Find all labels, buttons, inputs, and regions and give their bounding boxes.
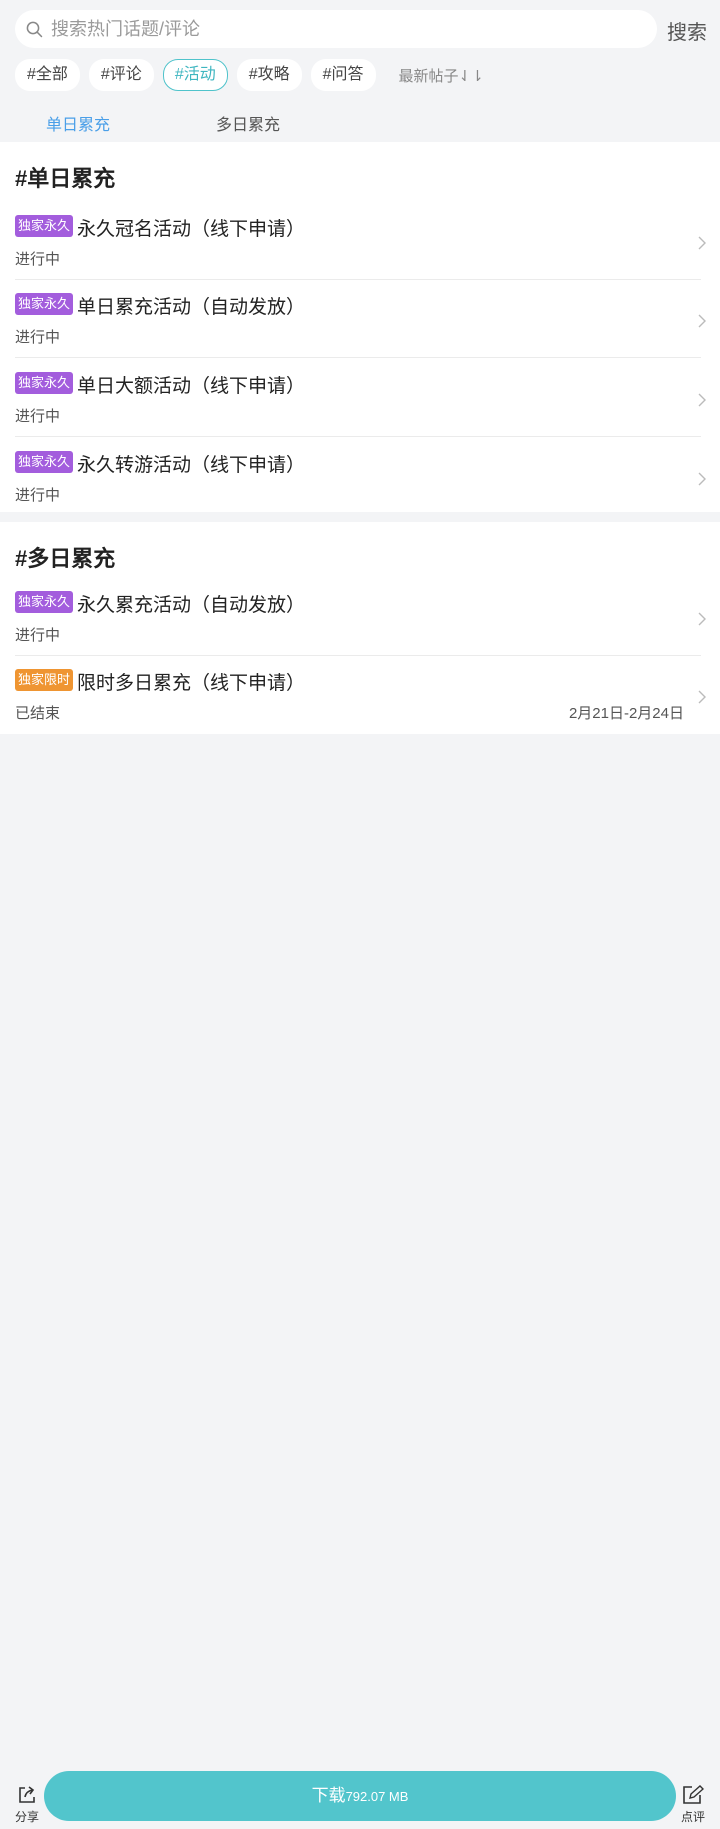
bottom-bar: 分享 下载792.07 MB 点评 xyxy=(0,1770,720,1829)
chevron-right-icon xyxy=(698,393,706,407)
chevron-right-icon xyxy=(698,472,706,486)
activity-title: 限时多日累充（线下申请） xyxy=(77,673,306,694)
activity-title: 永久累充活动（自动发放） xyxy=(77,595,306,616)
activity-item[interactable]: 独家永久 永久冠名活动（线下申请） 进行中 xyxy=(0,202,720,280)
tag-all[interactable]: #全部 xyxy=(15,59,80,91)
download-button[interactable]: 下载792.07 MB xyxy=(44,1771,676,1821)
share-label: 分享 xyxy=(14,1810,39,1824)
activity-title: 单日大额活动（线下申请） xyxy=(77,376,306,397)
tag-comments[interactable]: #评论 xyxy=(88,59,154,91)
section-multi-day: #多日累充 独家永久 永久累充活动（自动发放） 进行中 独家限时 限时多日累充（… xyxy=(0,522,720,734)
edit-icon xyxy=(683,1785,705,1804)
divider xyxy=(15,357,701,358)
activity-title: 单日累充活动（自动发放） xyxy=(77,297,306,318)
badge-permanent: 独家永久 xyxy=(15,451,74,473)
activity-item[interactable]: 独家永久 单日累充活动（自动发放） 进行中 xyxy=(0,280,720,358)
tag-filter-bar: #全部 #评论 #活动 #攻略 #问答 最新帖子⇃⇂ xyxy=(15,59,484,91)
badge-permanent: 独家永久 xyxy=(15,293,74,315)
search-icon xyxy=(26,21,43,37)
tag-qa[interactable]: #问答 xyxy=(310,59,376,91)
sort-latest-posts[interactable]: 最新帖子⇃⇂ xyxy=(399,65,484,86)
tab-single-day-recharge[interactable]: 单日累充 xyxy=(46,111,110,135)
activity-status: 进行中 xyxy=(15,627,61,644)
activity-status: 进行中 xyxy=(15,487,61,504)
sub-tabs: 单日累充 多日累充 xyxy=(0,108,720,142)
activity-status: 进行中 xyxy=(15,251,61,268)
top-bar: 搜索 #全部 #评论 #活动 #攻略 #问答 最新帖子⇃⇂ 单日累充 多日累充 xyxy=(0,0,720,142)
download-size: 792.07 MB xyxy=(345,1789,409,1804)
review-button[interactable]: 点评 xyxy=(675,1785,711,1824)
activity-status: 进行中 xyxy=(15,329,61,346)
badge-permanent: 独家永久 xyxy=(15,372,74,394)
search-button[interactable]: 搜索 xyxy=(667,16,707,45)
share-icon xyxy=(19,1786,35,1803)
chevron-right-icon xyxy=(698,690,706,704)
activity-title: 永久冠名活动（线下申请） xyxy=(77,219,306,240)
activity-item[interactable]: 独家永久 永久转游活动（线下申请） 进行中 xyxy=(0,438,720,516)
activity-item[interactable]: 独家限时 限时多日累充（线下申请） 已结束 2月21日-2月24日 xyxy=(0,656,720,734)
review-label: 点评 xyxy=(680,1810,705,1824)
chevron-right-icon xyxy=(698,236,706,250)
activity-status: 进行中 xyxy=(15,408,61,425)
divider xyxy=(15,436,701,437)
activity-title: 永久转游活动（线下申请） xyxy=(77,455,306,476)
search-input[interactable] xyxy=(49,17,613,41)
section-single-day: #单日累充 独家永久 永久冠名活动（线下申请） 进行中 独家永久 单日累充活动（… xyxy=(0,142,720,512)
activity-item[interactable]: 独家永久 永久累充活动（自动发放） 进行中 xyxy=(0,578,720,656)
chevron-right-icon xyxy=(698,314,706,328)
activity-item[interactable]: 独家永久 单日大额活动（线下申请） 进行中 xyxy=(0,359,720,437)
share-button[interactable]: 分享 xyxy=(9,1785,45,1824)
search-box[interactable] xyxy=(15,10,657,48)
download-label: 下载 xyxy=(311,1786,346,1805)
activity-date-range: 2月21日-2月24日 xyxy=(568,705,684,722)
tab-multi-day-recharge[interactable]: 多日累充 xyxy=(216,111,280,135)
tag-guides[interactable]: #攻略 xyxy=(236,59,302,91)
chevron-right-icon xyxy=(698,612,706,626)
section-title: #多日累充 xyxy=(15,546,116,571)
section-title: #单日累充 xyxy=(15,166,116,191)
badge-permanent: 独家永久 xyxy=(15,215,74,237)
badge-permanent: 独家永久 xyxy=(15,591,74,613)
tag-activities[interactable]: #活动 xyxy=(162,59,228,91)
activity-status: 已结束 xyxy=(15,705,61,722)
badge-limited: 独家限时 xyxy=(15,669,74,691)
